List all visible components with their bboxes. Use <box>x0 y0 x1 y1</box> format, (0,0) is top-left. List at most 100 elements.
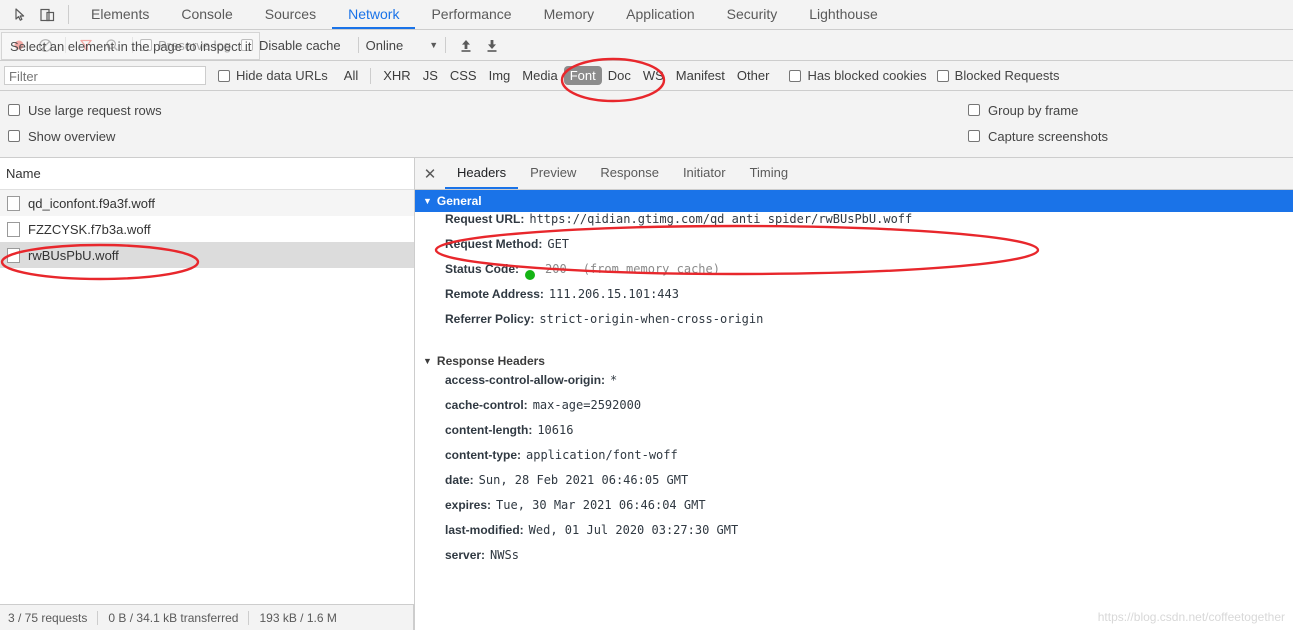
resource-type-font[interactable]: Font <box>563 66 602 85</box>
resource-type-other[interactable]: Other <box>731 66 776 85</box>
use-large-request-rows-checkbox[interactable]: Use large request rows <box>8 103 162 118</box>
tab-console[interactable]: Console <box>165 0 248 29</box>
preserve-log-label: Preserve log <box>158 37 231 53</box>
search-icon[interactable] <box>99 33 125 57</box>
network-settings-panel: Use large request rows Group by frame Sh… <box>0 91 1293 158</box>
header-row-access-control-allow-origin: access-control-allow-origin: * <box>415 373 1293 398</box>
resource-type-css[interactable]: CSS <box>444 66 483 85</box>
blocked-requests-checkbox[interactable]: Blocked Requests <box>936 68 1060 83</box>
import-har-icon[interactable] <box>453 33 479 57</box>
inspect-element-icon[interactable] <box>8 3 34 27</box>
checkbox-box <box>936 69 949 82</box>
resource-type-all[interactable]: All <box>338 66 364 85</box>
headers-content: ▼ General Request URL: https://qidian.gt… <box>415 190 1293 630</box>
header-key: date: <box>445 473 474 487</box>
section-header-response-headers[interactable]: ▼ Response Headers <box>415 349 1293 373</box>
toolbar-divider <box>65 37 66 53</box>
header-key: server: <box>445 548 486 562</box>
header-key: content-type: <box>445 448 521 462</box>
export-har-icon[interactable] <box>479 33 505 57</box>
tab-headers[interactable]: Headers <box>445 158 519 189</box>
header-row-expires: expires: Tue, 30 Mar 2021 06:46:04 GMT <box>415 498 1293 523</box>
checkbox-box <box>218 69 230 82</box>
header-row-remote-address: Remote Address: 111.206.15.101:443 <box>415 287 1293 312</box>
header-value: max-age=2592000 <box>532 398 642 412</box>
resource-type-manifest[interactable]: Manifest <box>670 66 731 85</box>
settings-right-column: Group by frame <box>968 103 1078 118</box>
checkbox-box <box>968 130 980 142</box>
header-value: Sun, 28 Feb 2021 06:46:05 GMT <box>478 473 689 487</box>
filter-input[interactable]: Filter <box>4 66 206 85</box>
tab-security[interactable]: Security <box>711 0 794 29</box>
request-detail-panel: ✕ Headers Preview Response Initiator Tim… <box>415 158 1293 630</box>
resource-type-xhr[interactable]: XHR <box>377 66 416 85</box>
tab-network[interactable]: Network <box>332 0 416 29</box>
tab-memory[interactable]: Memory <box>528 0 611 29</box>
checkbox-box <box>968 104 980 116</box>
tab-label: Application <box>626 5 695 22</box>
tab-timing[interactable]: Timing <box>738 158 801 189</box>
tabbar-divider <box>68 5 69 24</box>
show-overview-checkbox[interactable]: Show overview <box>8 129 115 144</box>
tab-response[interactable]: Response <box>588 158 671 189</box>
throttling-dropdown[interactable]: Online ▼ <box>366 38 439 53</box>
section-header-general[interactable]: ▼ General <box>415 190 1293 212</box>
filter-icon[interactable] <box>73 33 99 57</box>
preserve-log-checkbox[interactable]: Preserve log <box>140 38 231 53</box>
toolbar-divider <box>357 37 359 53</box>
status-divider <box>97 610 99 625</box>
header-value: https://qidian.gtimg.com/qd_anti_spider/… <box>529 212 913 226</box>
header-key: Request Method: <box>445 237 543 251</box>
tab-performance[interactable]: Performance <box>415 0 527 29</box>
checkbox-box <box>8 104 20 116</box>
resource-type-media[interactable]: Media <box>516 66 563 85</box>
resource-type-label: All <box>343 68 359 83</box>
resource-type-js[interactable]: JS <box>417 66 444 85</box>
clear-icon[interactable] <box>32 33 58 57</box>
header-row-referrer-policy: Referrer Policy: strict-origin-when-cros… <box>415 312 1293 337</box>
tab-elements[interactable]: Elements <box>75 0 165 29</box>
status-resources: 193 kB / 1.6 M <box>259 610 337 625</box>
request-list-rows: qd_iconfont.f9a3f.woff FZZCYSK.f7b3a.wof… <box>0 190 414 630</box>
header-row-content-type: content-type: application/font-woff <box>415 448 1293 473</box>
tab-initiator[interactable]: Initiator <box>671 158 738 189</box>
header-key: Remote Address: <box>445 287 544 301</box>
disable-cache-checkbox[interactable]: Disable cache <box>240 37 341 53</box>
resource-type-label: JS <box>422 68 438 83</box>
devtools-window: Elements Console Sources Network Perform… <box>0 0 1293 630</box>
resource-type-doc[interactable]: Doc <box>602 66 637 85</box>
table-row[interactable]: rwBUsPbU.woff <box>0 242 414 268</box>
header-value: strict-origin-when-cross-origin <box>539 312 764 326</box>
checkbox-box <box>789 69 802 82</box>
tab-lighthouse[interactable]: Lighthouse <box>793 0 894 29</box>
capture-screenshots-checkbox[interactable]: Capture screenshots <box>968 129 1108 144</box>
disable-cache-label: Disable cache <box>258 37 341 53</box>
tab-preview[interactable]: Preview <box>518 158 588 189</box>
has-blocked-cookies-checkbox[interactable]: Has blocked cookies <box>789 68 927 83</box>
table-row[interactable]: FZZCYSK.f7b3a.woff <box>0 216 414 242</box>
filter-divider <box>370 67 372 84</box>
close-icon[interactable]: ✕ <box>415 158 445 189</box>
hide-data-urls-checkbox[interactable]: Hide data URLs <box>218 68 328 83</box>
resource-type-img[interactable]: Img <box>483 66 517 85</box>
header-key: access-control-allow-origin: <box>445 373 606 387</box>
header-key: Request URL: <box>445 212 525 226</box>
blocked-requests-label: Blocked Requests <box>954 68 1060 83</box>
device-toolbar-icon[interactable] <box>34 3 60 27</box>
tab-sources[interactable]: Sources <box>249 0 332 29</box>
settings-row-bottom: Show overview Capture screenshots <box>0 123 1293 149</box>
table-row[interactable]: qd_iconfont.f9a3f.woff <box>0 190 414 216</box>
devtools-tabbar: Elements Console Sources Network Perform… <box>0 0 1293 30</box>
header-key: cache-control: <box>445 398 528 412</box>
devtools-tabs: Elements Console Sources Network Perform… <box>75 0 894 29</box>
tab-label: Performance <box>431 5 512 22</box>
resource-type-ws[interactable]: WS <box>637 66 670 85</box>
tab-application[interactable]: Application <box>610 0 711 29</box>
status-transferred: 0 B / 34.1 kB transferred <box>108 610 239 625</box>
resource-type-label: WS <box>642 68 664 83</box>
detail-tab-label: Initiator <box>682 165 726 180</box>
tab-label: Network <box>348 5 400 22</box>
record-icon[interactable] <box>6 33 32 57</box>
group-by-frame-checkbox[interactable]: Group by frame <box>968 103 1078 118</box>
use-large-request-rows-label: Use large request rows <box>28 102 162 118</box>
